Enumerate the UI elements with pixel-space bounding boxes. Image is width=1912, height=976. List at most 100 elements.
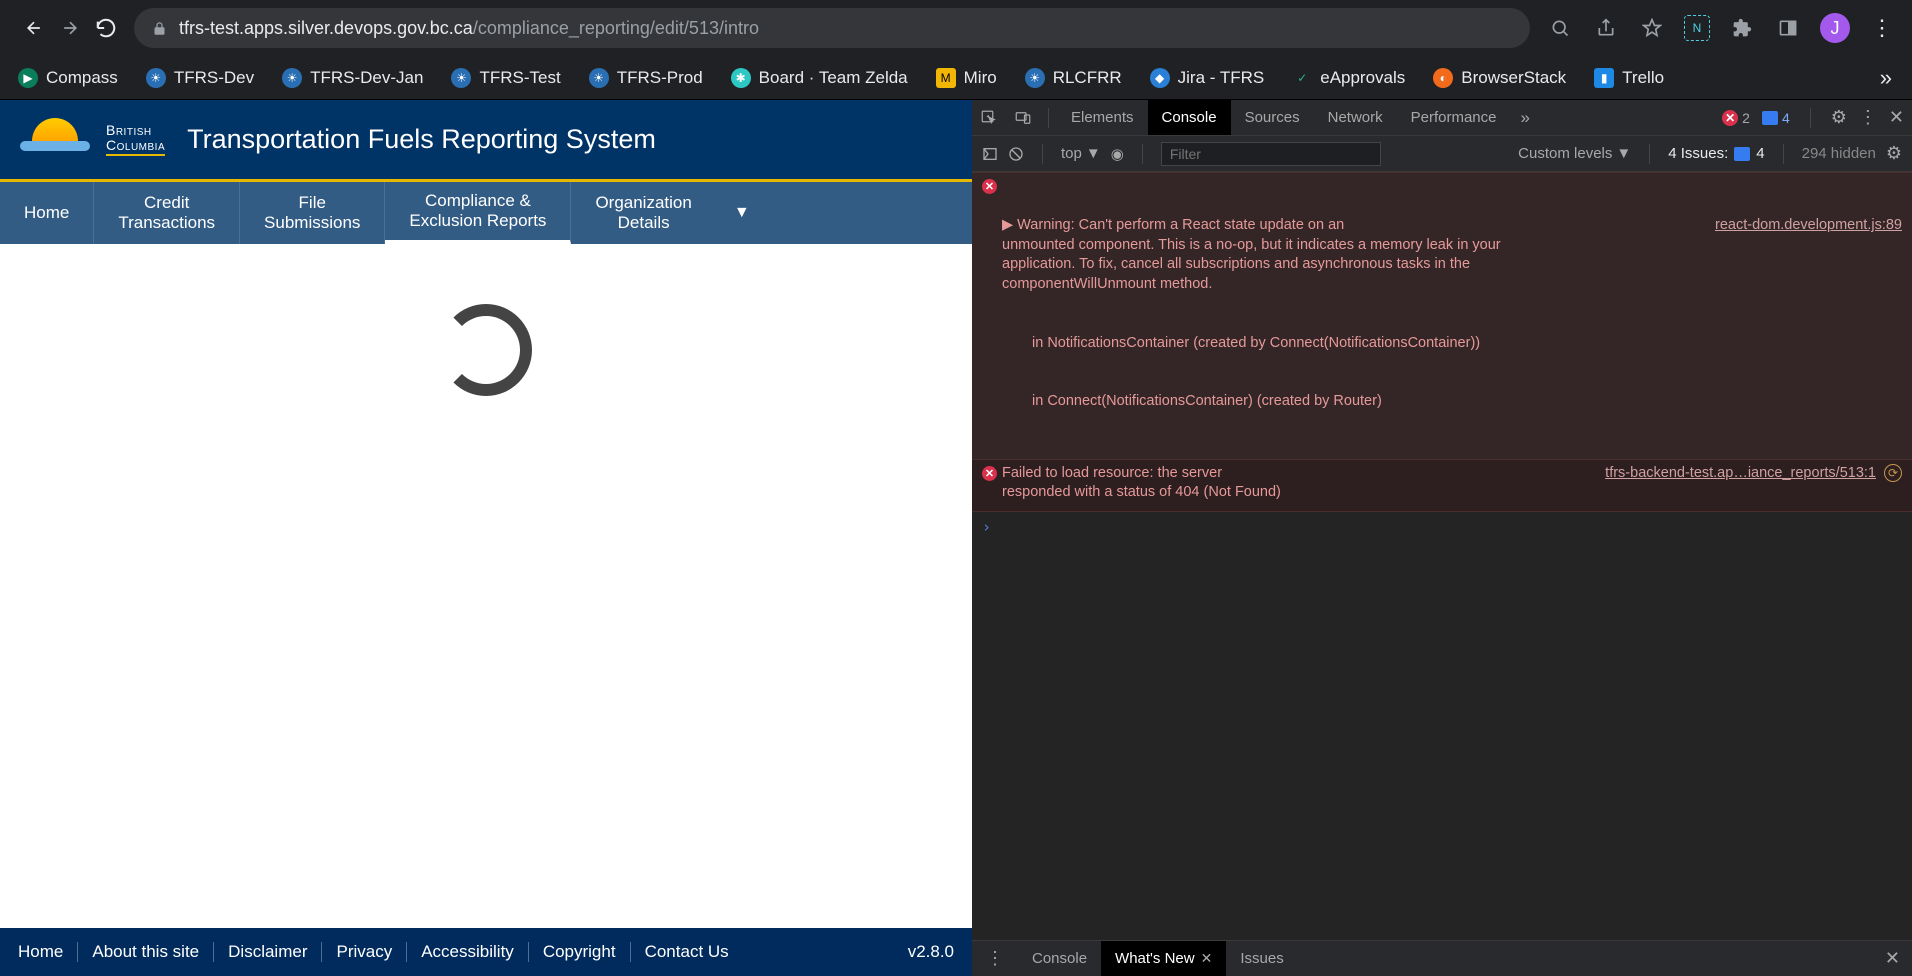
bookmark-item[interactable]: ✱Board · Team Zelda (721, 62, 918, 94)
browser-toolbar: tfrs-test.apps.silver.devops.gov.bc.ca/c… (0, 0, 1912, 56)
close-tab-icon[interactable]: ✕ (1201, 950, 1213, 967)
extension-icon[interactable]: N (1684, 15, 1710, 41)
url-path: /compliance_reporting/edit/513/intro (473, 18, 759, 39)
lock-icon (152, 21, 167, 36)
tabs-overflow-icon[interactable]: » (1511, 108, 1540, 128)
reload-button[interactable] (88, 10, 124, 46)
app-body (0, 244, 972, 928)
devtools-close-icon[interactable]: ✕ (1889, 107, 1904, 128)
bookmark-item[interactable]: ◐BrowserStack (1423, 62, 1576, 94)
source-link[interactable]: tfrs-backend-test.ap…iance_reports/513:1… (1585, 464, 1902, 503)
tab-console[interactable]: Console (1148, 100, 1231, 135)
eye-icon[interactable]: ◉ (1111, 145, 1124, 163)
devtools-drawer: ⋮ Console What's New✕ Issues ✕ (972, 940, 1912, 976)
device-toggle-icon[interactable] (1006, 109, 1040, 127)
sidebar-toggle-icon[interactable] (982, 146, 998, 162)
footer-about[interactable]: About this site (78, 942, 214, 962)
console-prompt[interactable]: › (972, 512, 1912, 542)
log-levels-dropdown[interactable]: Custom levels ▼ (1518, 145, 1631, 162)
bookmark-item[interactable]: ☀TFRS-Dev-Jan (272, 62, 433, 94)
bookmarks-bar: ▶Compass ☀TFRS-Dev ☀TFRS-Dev-Jan ☀TFRS-T… (0, 56, 1912, 100)
footer-home[interactable]: Home (18, 942, 78, 962)
message-count-badge[interactable]: 4 (1762, 110, 1790, 126)
nav-file-submissions[interactable]: File Submissions (240, 182, 385, 244)
tab-performance[interactable]: Performance (1397, 100, 1511, 135)
drawer-close-icon[interactable]: ✕ (1873, 948, 1912, 969)
panel-icon[interactable] (1774, 14, 1802, 42)
stack-line: in Connect(NotificationsContainer) (crea… (1032, 392, 1902, 412)
bookmarks-overflow[interactable]: » (1868, 65, 1904, 91)
console-error-row[interactable]: ✕ Failed to load resource: the server re… (972, 460, 1912, 512)
bookmark-item[interactable]: ☀TFRS-Test (441, 62, 570, 94)
clear-console-icon[interactable] (1008, 146, 1024, 162)
app-title: Transportation Fuels Reporting System (187, 124, 656, 155)
bookmark-item[interactable]: ☀RLCFRR (1015, 62, 1132, 94)
app-footer: Home About this site Disclaimer Privacy … (0, 928, 972, 976)
drawer-tab-issues[interactable]: Issues (1226, 941, 1297, 976)
nav-compliance-reports[interactable]: Compliance & Exclusion Reports (385, 182, 571, 244)
nav-home[interactable]: Home (0, 182, 94, 244)
share-icon[interactable] (1592, 14, 1620, 42)
forward-button[interactable] (52, 10, 88, 46)
bookmark-item[interactable]: ◆Jira - TFRS (1140, 62, 1275, 94)
context-selector[interactable]: top ▼ (1061, 145, 1101, 162)
issue-badge-icon[interactable]: ⟳ (1884, 464, 1902, 482)
issues-button[interactable]: 4 Issues:4 (1668, 145, 1764, 162)
error-count-badge[interactable]: ✕2 (1722, 110, 1750, 126)
stack-line: in NotificationsContainer (created by Co… (1032, 334, 1902, 354)
inspect-icon[interactable] (972, 109, 1006, 127)
chrome-actions: N J ⋮ (1546, 13, 1896, 43)
expand-caret-icon[interactable]: ▶ (1002, 217, 1013, 233)
devtools-panel: Elements Console Sources Network Perform… (972, 100, 1912, 976)
bookmark-item[interactable]: ▶Compass (8, 62, 128, 94)
bookmark-item[interactable]: ▮Trello (1584, 62, 1674, 94)
chrome-menu-icon[interactable]: ⋮ (1868, 14, 1896, 42)
url-host: tfrs-test.apps.silver.devops.gov.bc.ca (179, 18, 473, 39)
loading-spinner-icon (440, 304, 532, 396)
devtools-tabbar: Elements Console Sources Network Perform… (972, 100, 1912, 136)
console-toolbar: top ▼ ◉ Custom levels ▼ 4 Issues:4 294 h… (972, 136, 1912, 172)
back-button[interactable] (16, 10, 52, 46)
footer-privacy[interactable]: Privacy (322, 942, 407, 962)
search-icon[interactable] (1546, 14, 1574, 42)
bc-wordmark: BritishColumbia (106, 123, 165, 157)
console-messages: ✕ ▶Warning: Can't perform a React state … (972, 172, 1912, 940)
devtools-menu-icon[interactable]: ⋮ (1859, 107, 1877, 128)
source-link[interactable]: react-dom.development.js:89 (1695, 216, 1902, 294)
extensions-puzzle-icon[interactable] (1728, 14, 1756, 42)
bookmark-item[interactable]: MMiro (926, 62, 1007, 94)
footer-contact[interactable]: Contact Us (631, 942, 743, 962)
nav-credit-transactions[interactable]: Credit Transactions (94, 182, 240, 244)
error-text: Failed to load resource: the server resp… (1002, 464, 1585, 503)
error-icon: ✕ (982, 466, 997, 481)
bookmark-item[interactable]: ✓eApprovals (1282, 62, 1415, 94)
console-settings-icon[interactable]: ⚙ (1886, 143, 1902, 164)
address-bar[interactable]: tfrs-test.apps.silver.devops.gov.bc.ca/c… (134, 8, 1530, 48)
console-filter-input[interactable] (1161, 142, 1381, 166)
drawer-tab-whatsnew[interactable]: What's New✕ (1101, 941, 1226, 976)
warning-text: Warning: Can't perform a React state upd… (1002, 217, 1501, 292)
app-header: BritishColumbia Transportation Fuels Rep… (0, 100, 972, 182)
error-icon: ✕ (982, 179, 997, 194)
console-warning-row[interactable]: ✕ ▶Warning: Can't perform a React state … (972, 172, 1912, 460)
page-viewport: BritishColumbia Transportation Fuels Rep… (0, 100, 972, 976)
app-version: v2.8.0 (908, 942, 954, 962)
nav-dropdown[interactable]: ▼ (716, 182, 768, 244)
profile-avatar[interactable]: J (1820, 13, 1850, 43)
footer-disclaimer[interactable]: Disclaimer (214, 942, 322, 962)
hidden-count: 294 hidden (1802, 145, 1876, 162)
footer-copyright[interactable]: Copyright (529, 942, 631, 962)
settings-icon[interactable]: ⚙ (1831, 107, 1847, 128)
star-icon[interactable] (1638, 14, 1666, 42)
footer-accessibility[interactable]: Accessibility (407, 942, 529, 962)
app-nav: Home Credit Transactions File Submission… (0, 182, 972, 244)
bookmark-item[interactable]: ☀TFRS-Prod (579, 62, 713, 94)
tab-network[interactable]: Network (1314, 100, 1397, 135)
drawer-menu-icon[interactable]: ⋮ (972, 948, 1018, 969)
tab-elements[interactable]: Elements (1057, 100, 1148, 135)
bookmark-item[interactable]: ☀TFRS-Dev (136, 62, 264, 94)
bc-logo-icon (20, 116, 90, 164)
nav-organization-details[interactable]: Organization Details (571, 182, 715, 244)
tab-sources[interactable]: Sources (1231, 100, 1314, 135)
drawer-tab-console[interactable]: Console (1018, 941, 1101, 976)
